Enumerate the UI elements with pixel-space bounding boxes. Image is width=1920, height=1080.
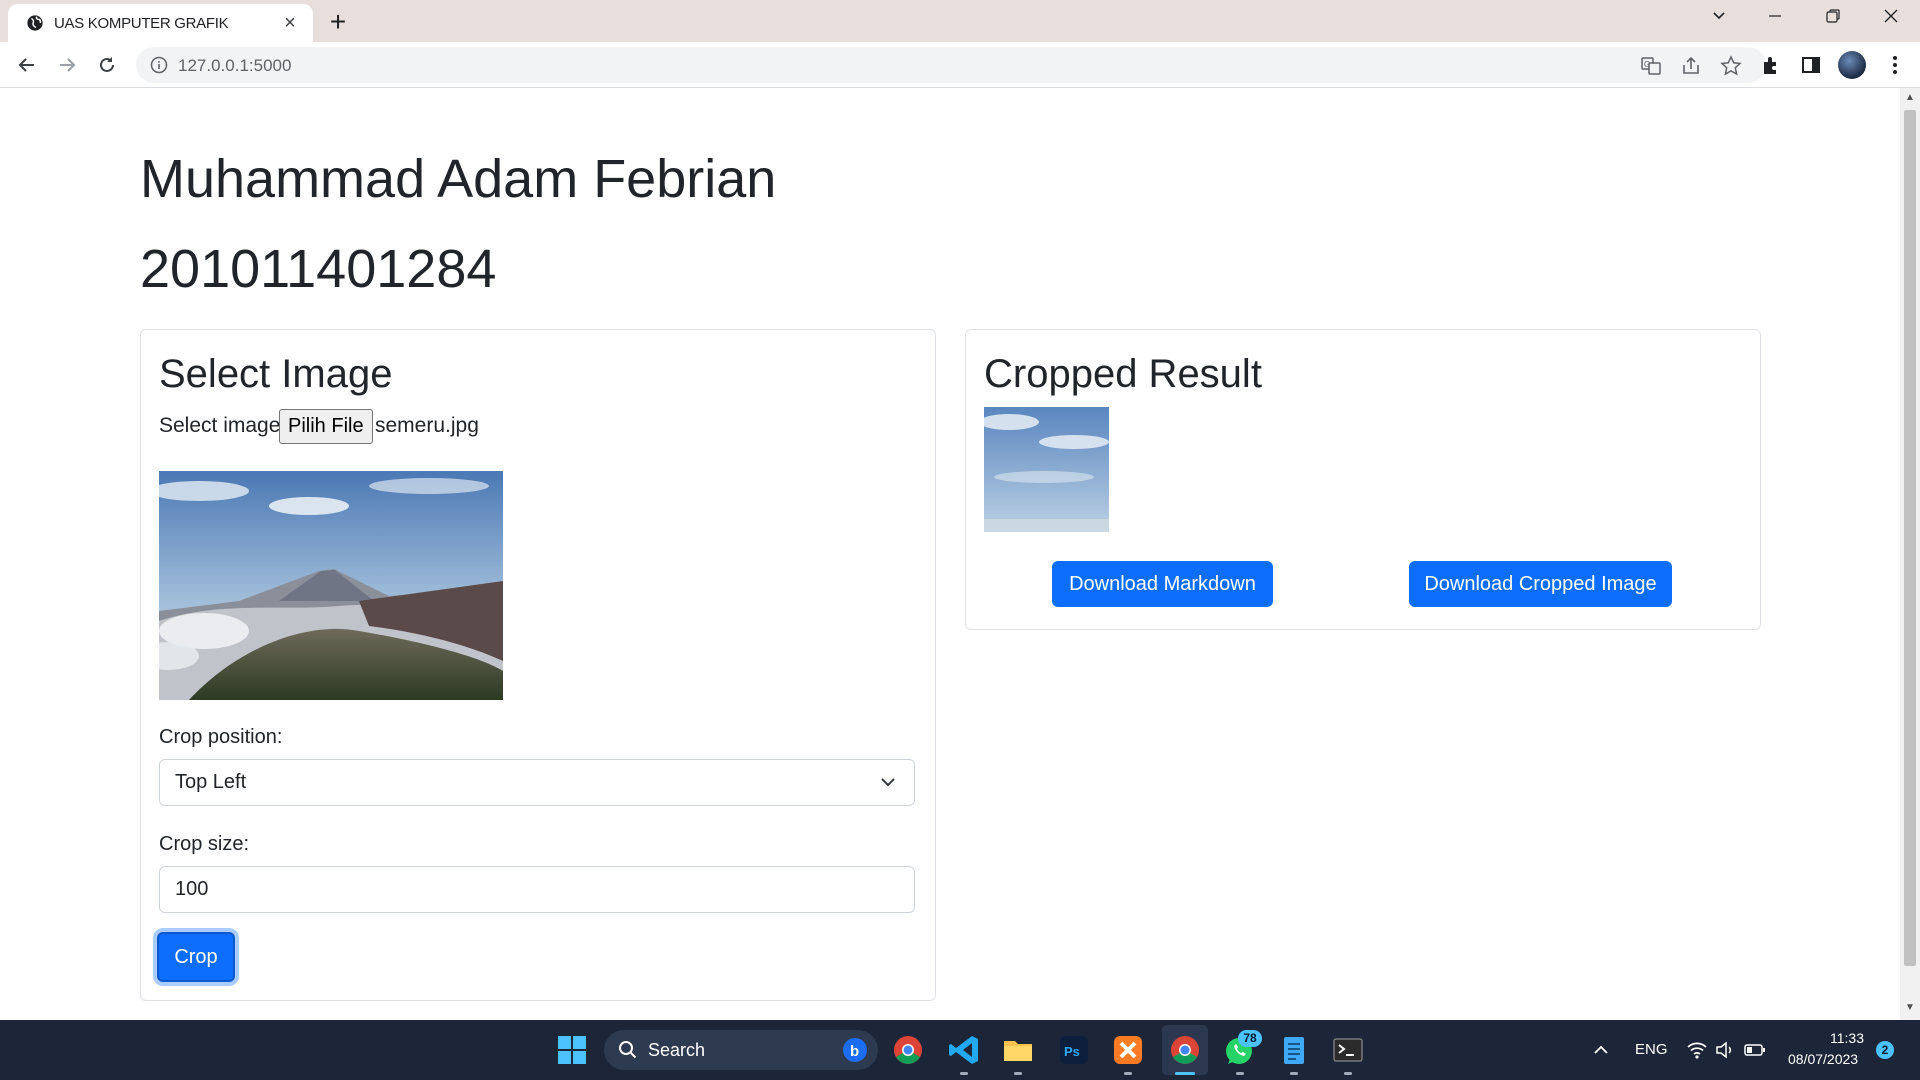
reload-icon[interactable]: [92, 50, 122, 80]
new-tab-button[interactable]: +: [322, 7, 354, 37]
cropped-image: [984, 407, 1109, 532]
select-image-title: Select Image: [159, 352, 393, 396]
tab-title: UAS KOMPUTER GRAFIK: [54, 15, 229, 32]
search-icon: [619, 1041, 637, 1059]
scrollbar-thumb[interactable]: [1904, 110, 1916, 966]
cropped-result-card: Cropped Result Download Markdown Downloa…: [965, 329, 1761, 630]
photoshop-icon[interactable]: Ps: [1056, 1032, 1092, 1068]
crop-position-label: Crop position:: [159, 726, 283, 748]
crop-position-select[interactable]: Top Left: [159, 759, 915, 806]
choose-file-button[interactable]: Pilih File: [279, 409, 373, 444]
tab-strip: UAS KOMPUTER GRAFIK × +: [0, 0, 1920, 42]
file-explorer-icon[interactable]: [1000, 1032, 1036, 1068]
windows-start-icon[interactable]: [554, 1032, 590, 1068]
student-name: Muhammad Adam Febrian: [140, 149, 777, 209]
close-window-button[interactable]: [1868, 4, 1914, 34]
volume-icon[interactable]: [1714, 1040, 1734, 1060]
taskbar-search-label: Search: [648, 1040, 706, 1060]
crop-button[interactable]: Crop: [157, 932, 235, 982]
chevron-down-icon: [881, 778, 895, 787]
extensions-puzzle-icon[interactable]: [1760, 54, 1782, 76]
share-icon[interactable]: [1680, 55, 1702, 77]
side-panel-icon[interactable]: [1800, 54, 1822, 76]
globe-icon: [27, 15, 43, 31]
page-scrollbar[interactable]: ▲ ▼: [1900, 88, 1920, 1020]
minimize-button[interactable]: [1752, 4, 1798, 34]
crop-size-input[interactable]: 100: [159, 866, 915, 913]
select-image-card: Select Image Select image: Pilih File se…: [140, 329, 936, 1001]
chrome-icon[interactable]: [890, 1032, 926, 1068]
wifi-icon[interactable]: [1686, 1040, 1708, 1060]
profile-avatar[interactable]: [1838, 51, 1866, 79]
browser-tab[interactable]: UAS KOMPUTER GRAFIK ×: [8, 4, 313, 42]
student-id: 201011401284: [140, 239, 497, 299]
vscode-running-indicator: [960, 1072, 968, 1075]
browser-toolbar: 127.0.0.1:5000 G: [0, 42, 1920, 88]
address-bar[interactable]: 127.0.0.1:5000 G: [136, 47, 1766, 83]
url-text: 127.0.0.1:5000: [178, 56, 292, 75]
translate-icon[interactable]: G: [1640, 55, 1662, 77]
whatsapp-running-indicator: [1236, 1072, 1244, 1075]
notepad-icon[interactable]: [1276, 1032, 1312, 1068]
language-indicator[interactable]: ENG: [1635, 1041, 1668, 1058]
source-image: [159, 471, 503, 700]
download-cropped-image-button[interactable]: Download Cropped Image: [1409, 561, 1672, 607]
crop-size-value: 100: [175, 878, 209, 900]
selected-file-name: semeru.jpg: [375, 414, 479, 437]
clock-time[interactable]: 11:33: [1830, 1030, 1864, 1046]
whatsapp-badge: 78: [1238, 1030, 1262, 1047]
back-icon[interactable]: [12, 50, 42, 80]
close-tab-icon[interactable]: ×: [279, 12, 301, 34]
scroll-down-arrow-icon[interactable]: ▼: [1905, 1002, 1915, 1013]
show-hidden-icons-chevron-icon[interactable]: [1592, 1041, 1610, 1059]
forward-icon[interactable]: [52, 50, 82, 80]
chrome-active-indicator: [1175, 1072, 1195, 1075]
scroll-up-arrow-icon[interactable]: ▲: [1905, 92, 1915, 103]
download-markdown-button[interactable]: Download Markdown: [1052, 561, 1273, 607]
xampp-running-indicator: [1124, 1072, 1132, 1075]
vscode-icon[interactable]: [946, 1032, 982, 1068]
select-image-label: Select image:: [159, 414, 287, 437]
crop-position-value: Top Left: [175, 771, 247, 793]
tab-search-chevron-icon[interactable]: [1696, 4, 1742, 34]
windows-taskbar: Search b Ps 78 ENG 11:33 08/07/2023 2: [0, 1020, 1920, 1080]
xampp-icon[interactable]: [1110, 1032, 1146, 1068]
explorer-running-indicator: [1014, 1072, 1022, 1075]
terminal-icon[interactable]: [1330, 1032, 1366, 1068]
clock-date[interactable]: 08/07/2023: [1788, 1051, 1858, 1067]
page-content: Muhammad Adam Febrian 201011401284 Selec…: [0, 88, 1900, 1020]
site-info-icon[interactable]: [150, 56, 168, 74]
cropped-result-title: Cropped Result: [984, 352, 1262, 396]
bing-icon[interactable]: b: [842, 1037, 868, 1063]
notification-badge[interactable]: 2: [1876, 1041, 1894, 1059]
notepad-running-indicator: [1290, 1072, 1298, 1075]
restore-button[interactable]: [1810, 4, 1856, 34]
menu-kebab-icon[interactable]: [1884, 54, 1906, 76]
svg-text:G: G: [1644, 60, 1650, 69]
chrome-active-icon[interactable]: [1167, 1032, 1203, 1068]
taskbar-search[interactable]: Search b: [604, 1030, 878, 1070]
terminal-running-indicator: [1344, 1072, 1352, 1075]
svg-text:b: b: [850, 1043, 859, 1060]
bookmark-star-icon[interactable]: [1720, 55, 1742, 77]
svg-text:Ps: Ps: [1064, 1044, 1080, 1059]
battery-icon[interactable]: [1744, 1041, 1766, 1059]
crop-size-label: Crop size:: [159, 833, 250, 855]
